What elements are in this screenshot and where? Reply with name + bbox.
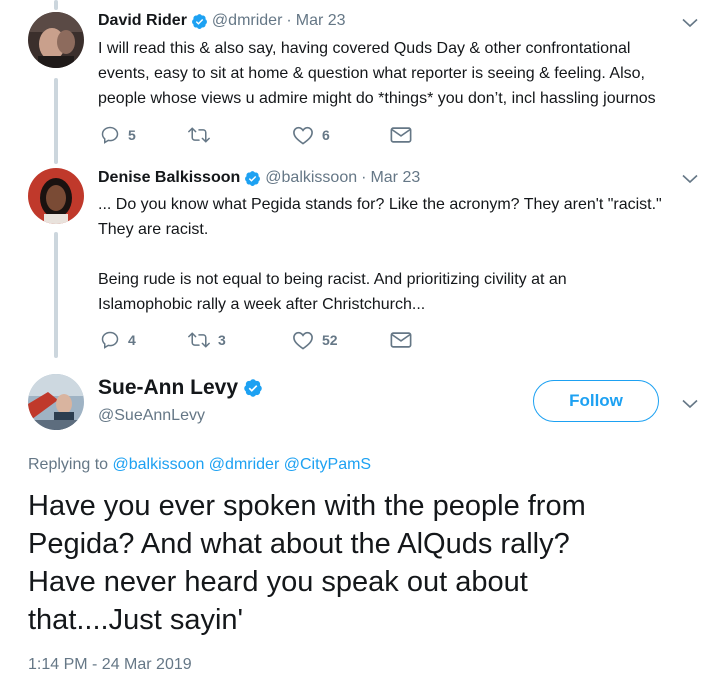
heart-icon — [293, 331, 313, 350]
main-tweet-header: Sue-Ann Levy — [98, 376, 263, 400]
handle[interactable]: @dmrider — [212, 12, 282, 30]
display-name[interactable]: Sue-Ann Levy — [98, 376, 238, 400]
verified-badge-icon — [245, 170, 261, 186]
tweet-text-line — [98, 242, 698, 267]
separator: · — [286, 12, 292, 29]
like-count: 52 — [322, 332, 338, 348]
tweet-text-line: that....Just sayin' — [28, 604, 244, 636]
main-tweet-text: Have you ever spoken with the people fro… — [28, 487, 708, 639]
reply-icon — [101, 126, 119, 144]
tweet-actions: 5 6 — [100, 125, 412, 145]
retweet-button[interactable] — [188, 125, 292, 145]
reply-button[interactable]: 4 — [100, 330, 188, 350]
tweet-timestamp[interactable]: 1:14 PM - 24 Mar 2019 — [28, 656, 192, 674]
tweet-text-line: I will read this & also say, having cove… — [98, 40, 631, 57]
retweet-icon — [188, 332, 210, 348]
tweet-text-line: events, easy to sit at home & question w… — [98, 65, 645, 82]
direct-message-button[interactable] — [390, 331, 412, 349]
tweet-date[interactable]: Mar 23 — [370, 169, 420, 187]
like-button[interactable]: 52 — [292, 330, 390, 350]
replying-to-label: Replying to — [28, 456, 109, 473]
reply-icon — [101, 331, 119, 349]
reply-button[interactable]: 5 — [100, 125, 188, 145]
tweet-text-line: people whose views u admire might do *th… — [98, 90, 656, 107]
mention-link[interactable]: @CityPamS — [284, 456, 371, 473]
reply-count: 4 — [128, 332, 136, 348]
tweet-header: Denise Balkissoon @balkissoon · Mar 23 — [98, 169, 420, 187]
tweet-text-line: Have never heard you speak out about — [28, 566, 528, 598]
envelope-icon — [390, 332, 412, 348]
thread-line — [54, 232, 58, 358]
tweet-text-line: They are racist. — [98, 221, 209, 238]
follow-button[interactable]: Follow — [533, 380, 659, 422]
chevron-down-icon[interactable] — [682, 18, 698, 28]
thread-line — [54, 0, 58, 10]
display-name[interactable]: David Rider — [98, 12, 187, 30]
display-name[interactable]: Denise Balkissoon — [98, 169, 240, 187]
retweet-button[interactable]: 3 — [188, 330, 292, 350]
chevron-down-icon[interactable] — [682, 174, 698, 184]
avatar[interactable] — [28, 374, 84, 430]
tweet-text-line: ... Do you know what Pegida stands for? … — [98, 196, 662, 213]
tweet-text: I will read this & also say, having cove… — [98, 36, 698, 111]
tweet-text: ... Do you know what Pegida stands for? … — [98, 192, 698, 317]
thread-line — [54, 78, 58, 164]
handle[interactable]: @SueAnnLevy — [98, 407, 205, 425]
separator: · — [361, 169, 367, 186]
tweet-actions: 4 3 52 — [100, 330, 412, 350]
chevron-down-icon[interactable] — [682, 399, 698, 409]
like-count: 6 — [322, 127, 330, 143]
mention-link[interactable]: @dmrider — [209, 456, 279, 473]
envelope-icon — [390, 127, 412, 143]
reply-count: 5 — [128, 127, 136, 143]
tweet-header: David Rider @dmrider · Mar 23 — [98, 12, 346, 30]
tweet-date[interactable]: Mar 23 — [296, 12, 346, 30]
heart-icon — [293, 126, 313, 145]
like-button[interactable]: 6 — [292, 125, 390, 145]
tweet-text-line: Have you ever spoken with the people fro… — [28, 490, 586, 522]
handle[interactable]: @balkissoon — [265, 169, 357, 187]
mention-link[interactable]: @balkissoon — [113, 456, 205, 473]
verified-badge-icon — [191, 13, 207, 29]
tweet-text-line: Pegida? And what about the AlQuds rally? — [28, 528, 570, 560]
verified-badge-icon — [244, 379, 262, 397]
retweet-icon — [188, 127, 210, 143]
avatar[interactable] — [28, 12, 84, 68]
retweet-count: 3 — [218, 332, 226, 348]
direct-message-button[interactable] — [390, 126, 412, 144]
replying-to: Replying to @balkissoon @dmrider @CityPa… — [28, 456, 371, 474]
tweet-text-line: Islamophobic rally a week after Christch… — [98, 296, 426, 313]
avatar[interactable] — [28, 168, 84, 224]
tweet-text-line: Being rude is not equal to being racist.… — [98, 271, 567, 288]
